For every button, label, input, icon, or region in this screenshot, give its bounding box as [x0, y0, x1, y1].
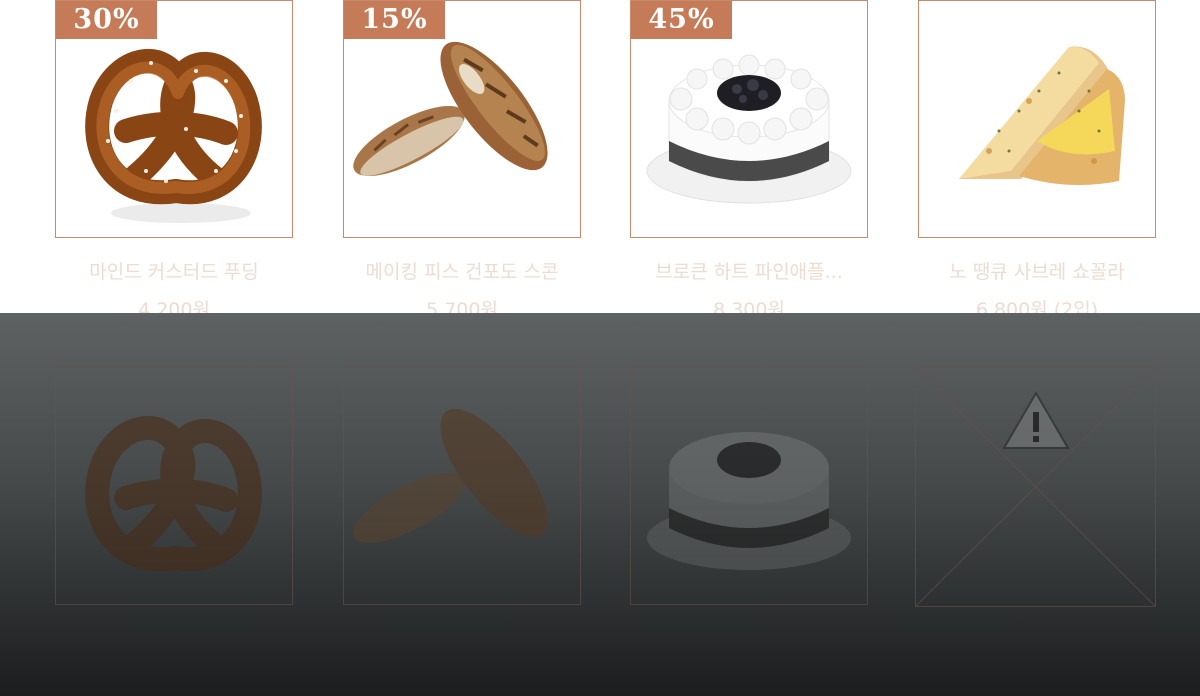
product-thumbnail[interactable]: 30% — [55, 0, 293, 238]
toast-sandwich-image — [959, 46, 1125, 185]
product-list-page: 30% 마인드 커스터드 푸딩 4,200원 15% 메이킹 피스 건포도 스콘… — [0, 0, 1200, 696]
product-thumbnail — [55, 367, 293, 605]
product-name[interactable]: 마인드 커스터드 푸딩 — [55, 257, 293, 284]
product-name[interactable]: 브로큰 하트 파인애플... — [630, 257, 868, 284]
product-thumbnail[interactable] — [918, 0, 1156, 238]
product-name[interactable]: 메이킹 피스 건포도 스콘 — [343, 257, 581, 284]
discount-badge: 15% — [344, 1, 445, 39]
broken-image-placeholder — [915, 367, 1156, 607]
cake-image — [647, 432, 851, 570]
product-card[interactable]: 30% 마인드 커스터드 푸딩 4,200원 — [55, 0, 293, 321]
discount-badge: 45% — [631, 1, 732, 39]
product-thumbnail — [343, 367, 581, 605]
product-thumbnail — [630, 367, 868, 605]
discount-badge: 30% — [56, 1, 157, 39]
product-card[interactable]: 노 땡큐 사브레 쇼꼴라 6,800원 (2입) — [918, 0, 1156, 321]
dim-overlay — [0, 313, 1200, 696]
baguette-image — [353, 408, 548, 543]
broken-image-icon — [916, 368, 1155, 606]
product-thumbnail[interactable]: 15% — [343, 0, 581, 238]
product-thumbnail[interactable]: 45% — [630, 0, 868, 238]
product-name[interactable]: 노 땡큐 사브레 쇼꼴라 — [918, 257, 1156, 284]
pretzel-image — [85, 415, 262, 572]
product-card[interactable]: 15% 메이킹 피스 건포도 스콘 5,700원 — [343, 0, 581, 321]
product-card[interactable]: 45% 브로큰 하트 파인애플... 8,300원 — [630, 0, 868, 321]
